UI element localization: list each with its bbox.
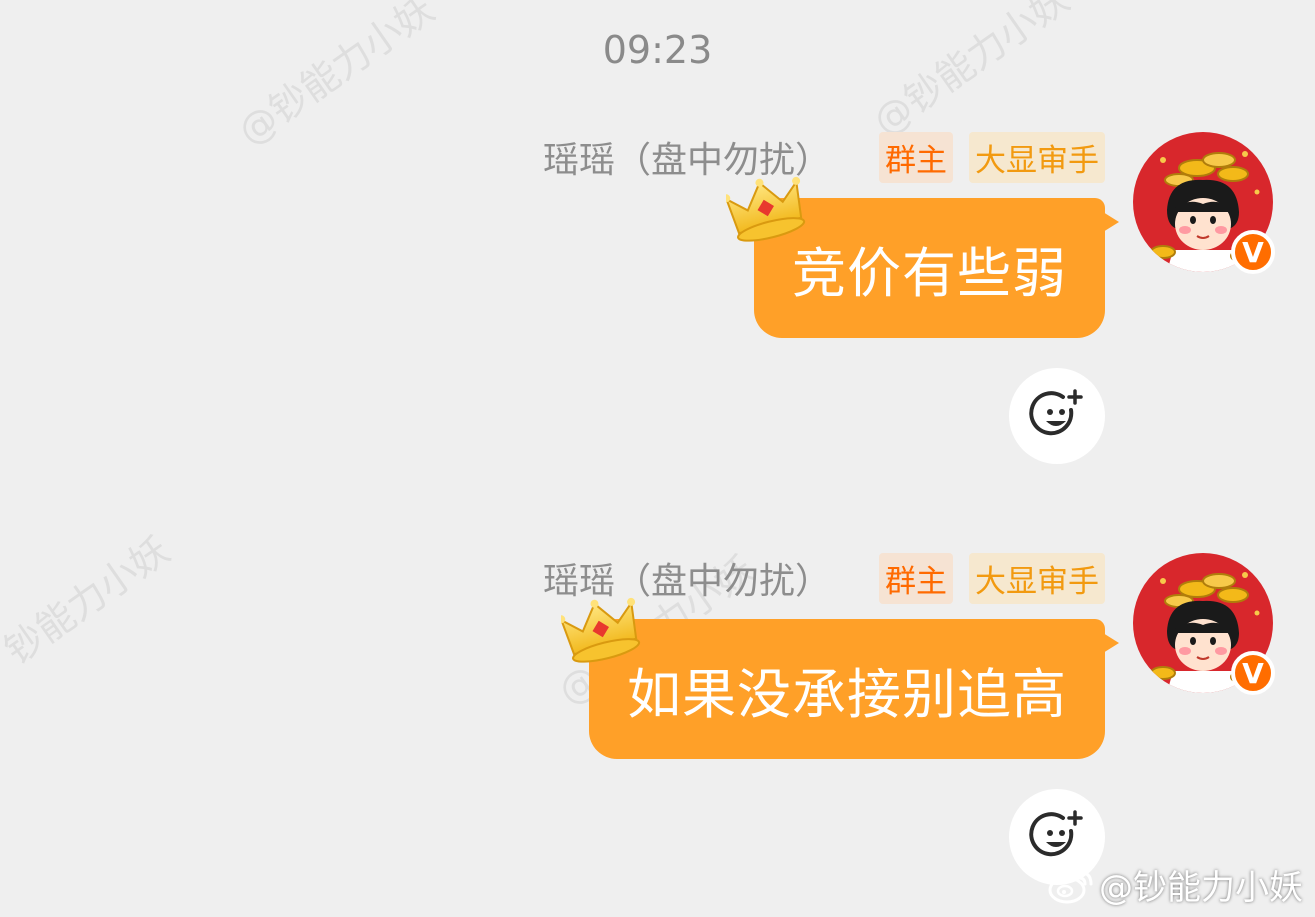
add-reaction-icon	[1029, 810, 1083, 857]
group-owner-badge: 群主	[879, 552, 953, 604]
message-bubble[interactable]: 如果没承接别追高	[561, 597, 1119, 759]
bubble-tail	[1103, 212, 1119, 232]
chat-message: 瑶瑶（盘中勿扰） 群主 大显审手	[0, 552, 1315, 893]
footer-watermark: @钞能力小妖	[1047, 860, 1303, 909]
message-text: 竞价有些弱	[792, 241, 1067, 305]
message-timestamp: 09:23	[602, 28, 713, 72]
add-reaction-button[interactable]	[1009, 368, 1105, 464]
crown-icon	[561, 597, 641, 663]
sender-row: 瑶瑶（盘中勿扰） 群主 大显审手	[543, 131, 1105, 183]
chat-screen: @钞能力小妖 @钞能力小妖 钞能力小妖 @钞能力小妖 09:23 瑶瑶（盘中勿扰…	[0, 0, 1315, 917]
weibo-logo-icon	[1048, 870, 1093, 903]
message-bubble[interactable]: 竞价有些弱	[726, 176, 1119, 338]
title-badge: 大显审手	[969, 552, 1105, 604]
avatar[interactable]: V	[1133, 132, 1275, 274]
crown-icon	[726, 176, 806, 242]
footer-watermark-text: @钞能力小妖	[1099, 868, 1303, 908]
verified-icon: V	[1231, 651, 1275, 695]
watermark: @钞能力小妖	[865, 0, 1078, 144]
group-owner-badge: 群主	[879, 131, 953, 183]
avatar[interactable]: V	[1133, 553, 1275, 695]
chat-message: 瑶瑶（盘中勿扰） 群主 大显审手	[0, 131, 1315, 472]
add-reaction-icon	[1029, 389, 1083, 436]
sender-row: 瑶瑶（盘中勿扰） 群主 大显审手	[543, 552, 1105, 604]
bubble-tail	[1103, 633, 1119, 653]
verified-icon: V	[1231, 230, 1275, 274]
title-badge: 大显审手	[969, 131, 1105, 183]
message-text: 如果没承接别追高	[627, 662, 1067, 726]
